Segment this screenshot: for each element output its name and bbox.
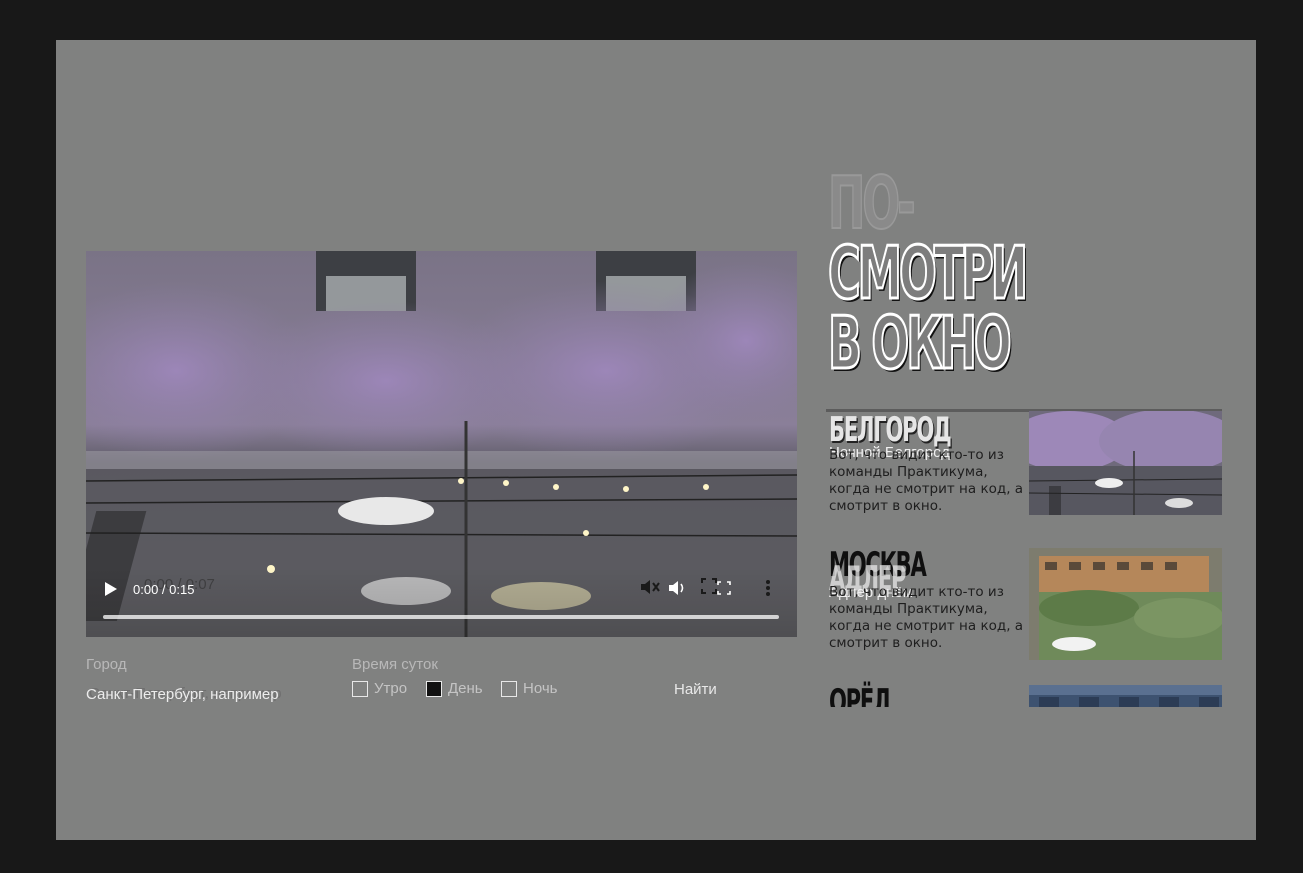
camera-description: Вот, что видит кто-то из команды Практик… xyxy=(829,584,1024,651)
time-of-day-label: Время суток xyxy=(352,656,438,673)
camera-list: БЕЛГОРОД Ночной Белгород Вот, что видит … xyxy=(826,409,1226,707)
checkbox[interactable] xyxy=(501,680,517,697)
title-line-1: ПО- xyxy=(827,161,916,245)
option-morning[interactable]: Утро xyxy=(352,680,407,697)
volume-icon[interactable] xyxy=(668,579,686,597)
title-line-3: В ОКНО xyxy=(827,301,1013,385)
progress-bar[interactable] xyxy=(103,615,779,619)
camera-thumbnail xyxy=(1029,548,1222,660)
time-display: 0:00 / 0:15 xyxy=(133,582,195,597)
page-title: ПО- СМОТРИ В ОКНО xyxy=(827,161,1128,385)
option-night[interactable]: Ночь xyxy=(501,680,557,697)
camera-card-belgorod[interactable]: БЕЛГОРОД Ночной Белгород Вот, что видит … xyxy=(826,409,1226,529)
find-button[interactable]: Найти xyxy=(674,681,717,698)
camera-card-moscow[interactable]: МОСКВА АДЛЕР Адлер днём Вот, что видит к… xyxy=(826,546,1226,666)
city-input[interactable] xyxy=(86,683,326,705)
page: 0:00 / 0:07 0:00 / 0:15 Город Санкт-Пете… xyxy=(56,40,1256,840)
checkbox[interactable] xyxy=(352,680,368,697)
play-icon[interactable] xyxy=(104,581,118,597)
fullscreen-alt-icon[interactable] xyxy=(717,581,731,595)
option-day[interactable]: День xyxy=(426,680,483,697)
option-label: Утро xyxy=(374,680,408,697)
camera-card-orel[interactable]: ОРЁЛ xyxy=(826,683,1226,707)
camera-thumbnail xyxy=(1029,411,1222,515)
fullscreen-icon[interactable] xyxy=(701,578,717,594)
more-options-icon[interactable] xyxy=(764,579,772,597)
camera-description: Вот, что видит кто-то из команды Практик… xyxy=(829,447,1024,514)
camera-thumbnail xyxy=(1029,685,1222,707)
video-player[interactable]: 0:00 / 0:07 0:00 / 0:15 xyxy=(86,251,797,637)
mute-icon[interactable] xyxy=(639,577,661,597)
option-label: День xyxy=(448,680,483,697)
camera-title: БЕЛГОРОД xyxy=(829,410,952,450)
camera-title: ОРЁЛ xyxy=(829,682,891,707)
option-label: Ночь xyxy=(523,680,558,697)
checkbox[interactable] xyxy=(426,680,442,697)
city-label: Город xyxy=(86,656,127,673)
title-line-2: СМОТРИ xyxy=(827,231,1029,315)
